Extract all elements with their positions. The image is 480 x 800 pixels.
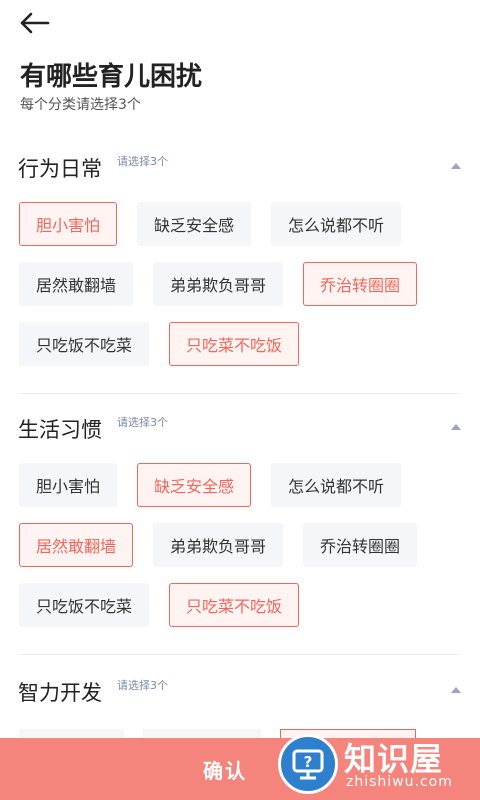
tag-option[interactable]: 怎么说都不听: [271, 463, 402, 507]
section-title: 行为日常: [18, 157, 102, 181]
tag-option[interactable]: 居然敢翻墙: [19, 262, 134, 306]
tag-option[interactable]: 弟弟欺负哥哥: [153, 262, 284, 306]
section-divider: [19, 393, 461, 394]
section-divider: [19, 654, 461, 655]
tag-list: 胆小害怕 缺乏安全感 怎么说都不听居然敢翻墙 弟弟欺负哥哥 乔治转圈圈只吃饭不吃菜 只吃菜…: [19, 202, 461, 366]
section-title: 生活习惯: [18, 418, 102, 442]
section-header[interactable]: 生活习惯 请选择3个: [0, 414, 480, 444]
section-header[interactable]: 行为日常 请选择3个: [0, 153, 480, 183]
tag-option[interactable]: 缺乏安全感: [137, 463, 252, 507]
tag-option[interactable]: 乔治转圈圈: [303, 523, 418, 567]
tag-option[interactable]: 居然敢翻墙: [19, 523, 134, 567]
tag-option[interactable]: 缺乏安全感: [137, 202, 252, 246]
confirm-label: 确认: [203, 758, 247, 783]
tag-option[interactable]: 只吃饭不吃菜: [19, 583, 150, 627]
tag-option[interactable]: 只吃菜不吃饭: [169, 322, 300, 366]
tag-option[interactable]: 胆小害怕: [19, 463, 118, 507]
tag-list: 胆小害怕 缺乏安全感 怎么说都不听居然敢翻墙 弟弟欺负哥哥 乔治转圈圈只吃饭不吃菜 只吃菜…: [19, 463, 461, 627]
collapse-caret-icon[interactable]: [451, 163, 461, 169]
section-title: 智力开发: [18, 681, 102, 705]
section-hint: 请选择3个: [117, 416, 168, 429]
watermark-sub: zhishiwu.com: [346, 774, 453, 790]
section-header[interactable]: 智力开发 请选择3个: [0, 677, 480, 707]
collapse-caret-icon[interactable]: [451, 687, 461, 693]
section-hint: 请选择3个: [117, 155, 168, 168]
section-hint: 请选择3个: [117, 679, 168, 692]
collapse-caret-icon[interactable]: [451, 424, 461, 430]
watermark-logo: ? 知识屋 zhishiwu.com: [278, 730, 474, 796]
page-subtitle: 每个分类请选择3个: [20, 97, 141, 113]
tag-option[interactable]: 乔治转圈圈: [303, 262, 418, 306]
back-arrow-icon[interactable]: [18, 10, 52, 36]
tag-option[interactable]: 怎么说都不听: [271, 202, 402, 246]
tag-option[interactable]: 只吃饭不吃菜: [19, 322, 150, 366]
tag-option[interactable]: 胆小害怕: [19, 202, 118, 246]
svg-text:?: ?: [304, 753, 313, 771]
section-behavior: 行为日常 请选择3个 胆小害怕 缺乏安全感 怎么说都不听居然敢翻墙 弟弟欺负哥哥 乔治转…: [0, 153, 480, 366]
section-intellect: 智力开发 请选择3个: [0, 677, 480, 749]
page-title: 有哪些育儿困扰: [20, 62, 203, 92]
help-monitor-icon: ?: [278, 734, 338, 794]
tag-option[interactable]: 弟弟欺负哥哥: [153, 523, 284, 567]
tag-option[interactable]: 只吃菜不吃饭: [169, 583, 300, 627]
section-habits: 生活习惯 请选择3个 胆小害怕 缺乏安全感 怎么说都不听居然敢翻墙 弟弟欺负哥哥 乔治转…: [0, 414, 480, 627]
